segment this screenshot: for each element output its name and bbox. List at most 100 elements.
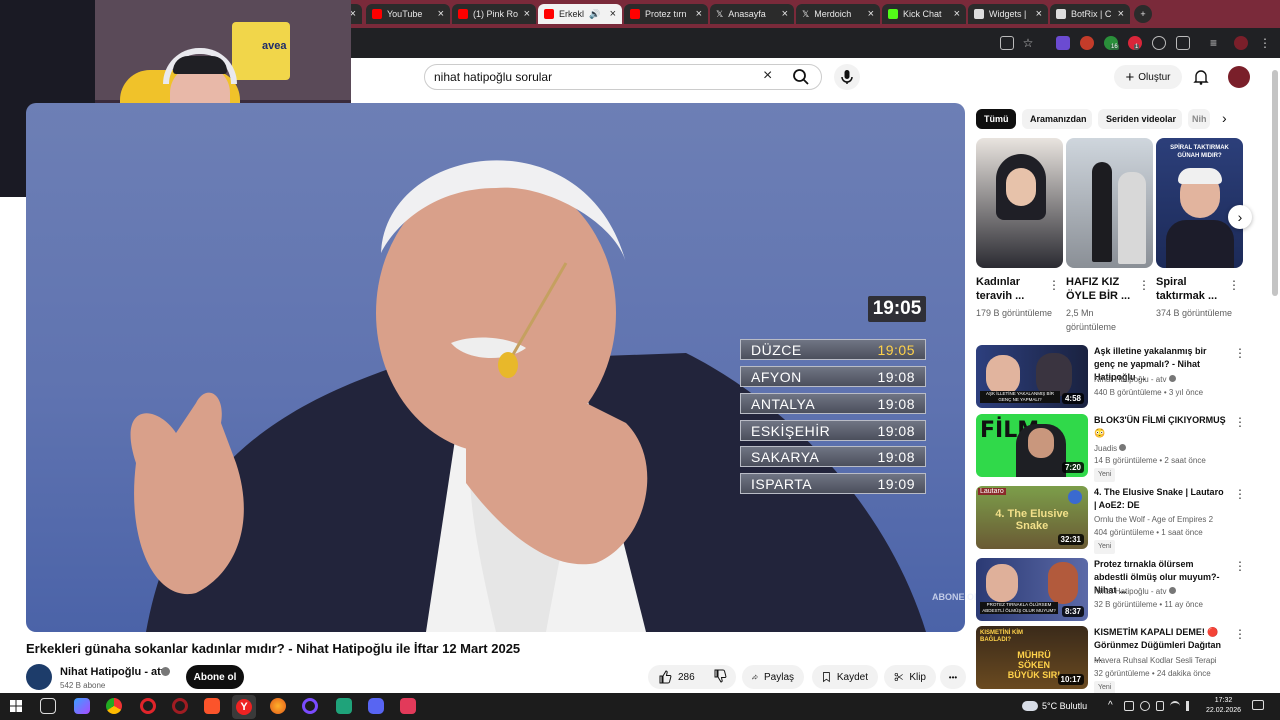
brave-icon[interactable] bbox=[204, 698, 220, 714]
tab-pink[interactable]: (1) Pink Ro × bbox=[452, 4, 536, 24]
short-title[interactable]: Spiral taktırmak ... bbox=[1156, 275, 1226, 303]
tab-x-profile[interactable]: 𝕏 Merdoich × bbox=[796, 4, 880, 24]
dislike-button[interactable] bbox=[713, 669, 727, 686]
app-icon[interactable] bbox=[400, 698, 416, 714]
account-avatar[interactable] bbox=[1228, 66, 1250, 88]
system-clock[interactable]: 17:32 22.02.2026 bbox=[1206, 696, 1241, 716]
firefox-icon[interactable] bbox=[270, 698, 286, 714]
kebab-menu-icon[interactable]: ⋮ bbox=[1228, 278, 1240, 292]
tab-close-icon[interactable]: × bbox=[954, 8, 960, 20]
search-input[interactable]: nihat hatipoğlu sorular bbox=[434, 70, 552, 84]
extensions-puzzle-icon[interactable] bbox=[1176, 36, 1190, 50]
tray-chevron-icon[interactable]: ^ bbox=[1108, 700, 1113, 711]
related-title[interactable]: 4. The Elusive Snake | Lautaro | AoE2: D… bbox=[1094, 486, 1228, 512]
bookmark-star-icon[interactable]: ☆ bbox=[1021, 36, 1035, 50]
tab-close-icon[interactable]: × bbox=[1118, 8, 1124, 20]
clear-search-icon[interactable]: × bbox=[763, 67, 772, 85]
tab-active-video[interactable]: Erkekl 🔊 × bbox=[538, 4, 622, 24]
clip-button[interactable]: Klip bbox=[884, 665, 936, 689]
tab-widgets[interactable]: Widgets | × bbox=[968, 4, 1048, 24]
app-icon[interactable] bbox=[336, 698, 352, 714]
tab-botrix[interactable]: BotRix | C × bbox=[1050, 4, 1130, 24]
cast-icon[interactable] bbox=[1000, 36, 1014, 50]
taskbar-active-app[interactable]: Y bbox=[232, 695, 256, 719]
extension-icon[interactable] bbox=[1080, 36, 1094, 50]
chevron-right-icon[interactable]: › bbox=[1222, 110, 1227, 126]
chip-series[interactable]: Seriden videolar bbox=[1098, 109, 1182, 129]
tab-close-icon[interactable]: × bbox=[438, 8, 444, 20]
copilot-icon[interactable] bbox=[74, 698, 90, 714]
voice-search-button[interactable] bbox=[834, 64, 860, 90]
related-channel[interactable]: Mavera Ruhsal Kodlar Sesli Terapi bbox=[1094, 655, 1234, 667]
chip-all[interactable]: Tümü bbox=[976, 109, 1016, 129]
kebab-menu-icon[interactable]: ⋮ bbox=[1234, 487, 1246, 501]
tab-close-icon[interactable]: × bbox=[782, 8, 788, 20]
create-button[interactable]: + Oluştur bbox=[1114, 65, 1182, 89]
related-channel[interactable]: Ornlu the Wolf - Age of Empires 2 bbox=[1094, 514, 1234, 526]
kebab-menu-icon[interactable]: ⋮ bbox=[1138, 278, 1150, 292]
chrome-icon[interactable] bbox=[106, 698, 122, 714]
tab-close-icon[interactable]: × bbox=[610, 8, 616, 20]
short-title[interactable]: Kadınlar teravih ... bbox=[976, 275, 1046, 303]
profile-avatar[interactable] bbox=[1234, 36, 1248, 50]
more-actions-button[interactable]: ••• bbox=[940, 665, 966, 689]
queue-icon[interactable]: ≡ bbox=[1210, 36, 1224, 50]
chip-channel[interactable]: Nih bbox=[1188, 109, 1210, 129]
tray-app-icon[interactable] bbox=[1124, 701, 1134, 711]
opera-gx-icon[interactable] bbox=[172, 698, 188, 714]
kebab-menu-icon[interactable]: ⋮ bbox=[1234, 559, 1246, 573]
new-tab-button[interactable]: + bbox=[1134, 5, 1152, 23]
page-scrollbar[interactable] bbox=[1272, 70, 1278, 296]
related-channel[interactable]: Nihat Hatipoğlu - atv bbox=[1094, 586, 1234, 598]
tab-protez[interactable]: Protez tırn × bbox=[624, 4, 708, 24]
short-title[interactable]: HAFIZ KIZ ÖYLE BİR ... bbox=[1066, 275, 1136, 303]
kebab-menu-icon[interactable]: ⋮ bbox=[1234, 627, 1246, 641]
wifi-icon[interactable] bbox=[1170, 701, 1180, 711]
tray-app-icon[interactable] bbox=[1140, 701, 1150, 711]
notifications-tray-icon[interactable] bbox=[1252, 700, 1264, 710]
tab-close-icon[interactable]: × bbox=[696, 8, 702, 20]
extension-icon[interactable] bbox=[1056, 36, 1070, 50]
windows-start-icon[interactable] bbox=[8, 698, 24, 714]
channel-name[interactable]: Nihat Hatipoğlu - atv bbox=[60, 666, 167, 678]
related-thumbnail[interactable]: FİLM 7:20 bbox=[976, 414, 1088, 477]
tab-close-icon[interactable]: × bbox=[524, 8, 530, 20]
shorts-next-button[interactable]: › bbox=[1228, 205, 1252, 229]
kebab-menu-icon[interactable]: ⋮ bbox=[1234, 415, 1246, 429]
search-button[interactable] bbox=[790, 66, 812, 88]
weather-widget[interactable]: 5°C Bulutlu bbox=[1042, 701, 1087, 711]
kebab-menu-icon[interactable]: ⋮ bbox=[1048, 278, 1060, 292]
short-thumbnail[interactable]: SPİRAL TAKTIRMAK GÜNAH MIDIR? bbox=[1156, 138, 1243, 268]
notifications-button[interactable] bbox=[1192, 68, 1210, 86]
related-thumbnail[interactable]: KISMETİNİ KİM BAĞLADI? MÜHRÜ SÖKEN BÜYÜK… bbox=[976, 626, 1088, 689]
app-icon[interactable] bbox=[302, 698, 318, 714]
tab-close-icon[interactable]: × bbox=[1036, 8, 1042, 20]
short-thumbnail[interactable] bbox=[976, 138, 1063, 268]
tab-x-home[interactable]: 𝕏 Anasayfa × bbox=[710, 4, 794, 24]
channel-avatar[interactable] bbox=[26, 664, 52, 690]
short-thumbnail[interactable] bbox=[1066, 138, 1153, 268]
extension-icon[interactable] bbox=[1152, 36, 1166, 50]
task-view-icon[interactable] bbox=[40, 698, 56, 714]
related-channel[interactable]: Nihat Hatipoğlu - atv bbox=[1094, 374, 1234, 386]
chip-from-search[interactable]: Aramanızdan bbox=[1022, 109, 1092, 129]
tab-youtube[interactable]: YouTube × bbox=[366, 4, 450, 24]
volume-icon[interactable] bbox=[1186, 701, 1196, 711]
opera-icon[interactable] bbox=[140, 698, 156, 714]
discord-icon[interactable] bbox=[368, 698, 384, 714]
tab-kick-chat[interactable]: Kick Chat × bbox=[882, 4, 966, 24]
related-channel[interactable]: Juadis bbox=[1094, 443, 1234, 455]
related-thumbnail[interactable]: AŞK İLLETİNE YAKALANMIŞ BİR GENÇ NE YAPM… bbox=[976, 345, 1088, 408]
related-thumbnail[interactable]: PROTEZ TIRNAKLA ÖLÜRSEM ABDESTLİ ÖLMÜŞ O… bbox=[976, 558, 1088, 621]
tab-close-icon[interactable]: × bbox=[868, 8, 874, 20]
related-title[interactable]: BLOK3'ÜN FİLMİ ÇIKIYORMUŞ 😳 bbox=[1094, 414, 1228, 440]
related-thumbnail[interactable]: Lautaro 4. The Elusive Snake 32:31 bbox=[976, 486, 1088, 549]
share-button[interactable]: Paylaş bbox=[742, 665, 804, 689]
kebab-menu-icon[interactable]: ⋮ bbox=[1234, 346, 1246, 360]
like-button[interactable]: 286 bbox=[658, 670, 695, 684]
subscribe-button[interactable]: Abone ol bbox=[186, 665, 244, 689]
save-button[interactable]: Kaydet bbox=[812, 665, 878, 689]
tray-app-icon[interactable] bbox=[1156, 701, 1164, 711]
speaker-icon[interactable]: 🔊 bbox=[589, 9, 600, 20]
browser-menu-icon[interactable]: ⋮ bbox=[1258, 36, 1272, 50]
